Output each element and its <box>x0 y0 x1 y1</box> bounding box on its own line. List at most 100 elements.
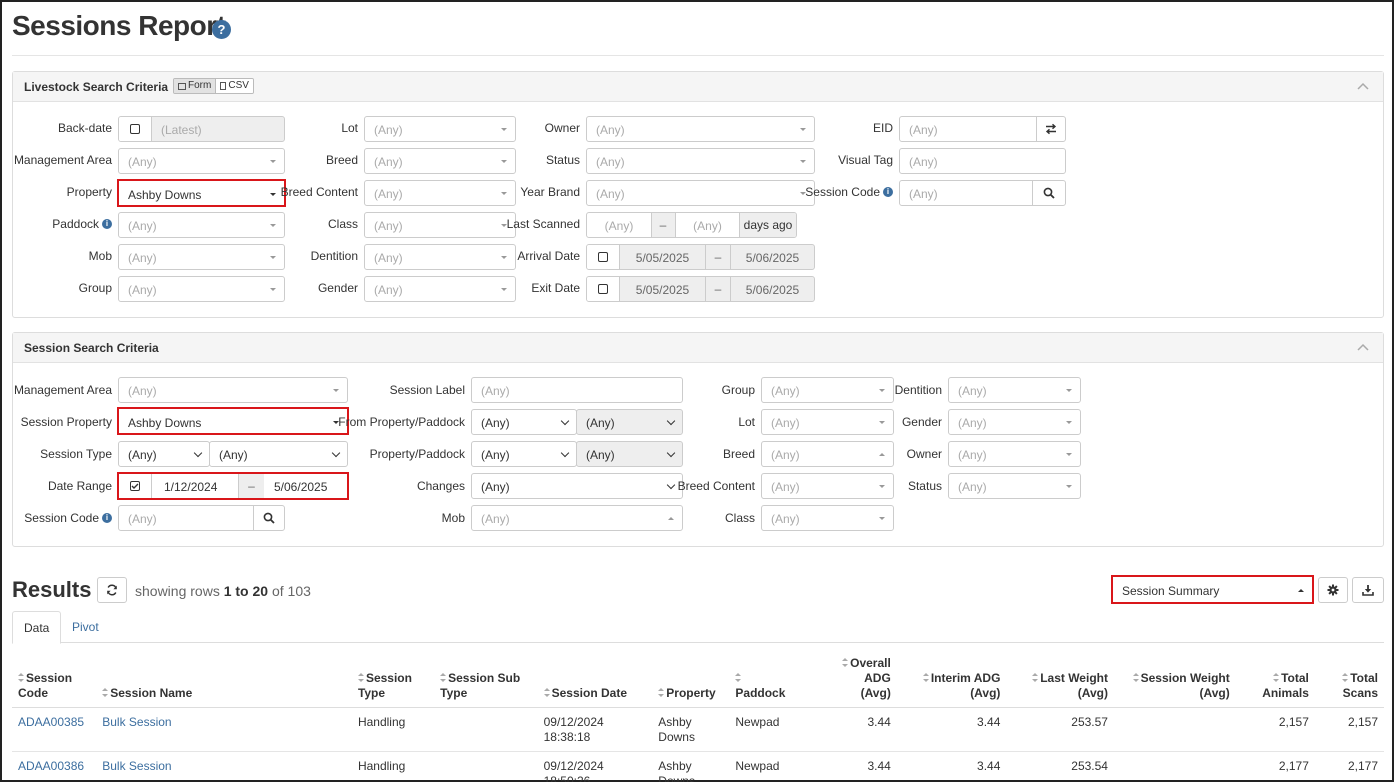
eid-input[interactable]: (Any) <box>899 116 1037 142</box>
s-class-select[interactable]: (Any) <box>761 505 894 531</box>
backdate-checkbox-wrap[interactable] <box>119 117 152 141</box>
download-button[interactable] <box>1352 577 1384 603</box>
s-dentition-select[interactable]: (Any) <box>948 377 1081 403</box>
col-paddock[interactable]: Paddock <box>729 652 812 708</box>
refresh-button[interactable] <box>97 577 127 603</box>
cell-paddock: Newpad <box>729 751 812 782</box>
col-session-code[interactable]: Session Code <box>12 652 97 708</box>
date-range-from[interactable]: 1/12/2024 <box>164 480 217 494</box>
info-icon[interactable]: i <box>102 219 112 229</box>
csv-mode-button[interactable]: CSV <box>215 79 253 93</box>
col-last-weight[interactable]: Last Weight (Avg) <box>1006 652 1114 708</box>
cell-total-scans: 2,177 <box>1314 751 1384 782</box>
year-brand-select[interactable]: (Any) <box>586 180 815 206</box>
exit-date-to-wrap: 5/06/2025 <box>730 277 814 301</box>
s-status-select[interactable]: (Any) <box>948 473 1081 499</box>
settings-button[interactable] <box>1318 577 1348 603</box>
info-icon[interactable]: i <box>102 513 112 523</box>
session-code-link[interactable]: ADAA00386 <box>18 759 84 773</box>
col-session-weight[interactable]: Session Weight (Avg) <box>1113 652 1236 708</box>
info-icon[interactable]: i <box>883 187 893 197</box>
session-type-select[interactable]: (Any) <box>118 441 210 467</box>
sort-icon <box>357 673 364 682</box>
chevron-down-icon <box>1066 421 1072 424</box>
gender-value: (Any) <box>374 283 403 297</box>
owner-select[interactable]: (Any) <box>586 116 815 142</box>
livestock-panel-header[interactable]: Livestock Search Criteria Form CSV <box>13 72 1383 102</box>
cell-overall-adg: 3.44 <box>811 707 897 752</box>
col-overall-adg[interactable]: Overall ADG (Avg) <box>811 652 897 708</box>
session-name-link[interactable]: Bulk Session <box>102 759 171 773</box>
swap-button[interactable] <box>1036 116 1066 142</box>
help-icon[interactable]: ? <box>212 20 231 39</box>
s-gender-select[interactable]: (Any) <box>948 409 1081 435</box>
report-view-select[interactable]: Session Summary <box>1111 575 1314 604</box>
from-prop-label: From Property/Paddock <box>338 415 465 429</box>
breed-label: Breed <box>325 153 358 167</box>
breed-content-label: Breed Content <box>280 185 358 199</box>
col-session-name[interactable]: Session Name <box>96 652 352 708</box>
session-subtype-value: (Any) <box>219 448 248 462</box>
changes-select[interactable]: (Any) <box>471 473 683 499</box>
tab-data[interactable]: Data <box>12 611 62 644</box>
collapse-chevron-icon[interactable] <box>1357 341 1369 353</box>
property-select[interactable]: (Any) <box>471 441 577 467</box>
paddock-label: Paddock i <box>12 217 112 231</box>
cell-total-animals: 2,177 <box>1235 751 1315 782</box>
rows-info: showing rows 1 to 20 of 103 <box>135 583 311 599</box>
s-session-code-label: Session Code i <box>12 511 112 525</box>
session-code-search-button[interactable] <box>1032 180 1066 206</box>
range-separator: – <box>651 213 675 237</box>
s-lot-label: Lot <box>738 415 755 429</box>
col-total-scans-line1: Total <box>1350 671 1378 685</box>
col-total-scans[interactable]: Total Scans <box>1314 652 1384 708</box>
s-breed-content-label: Breed Content <box>677 479 755 493</box>
col-interim-adg[interactable]: Interim ADG (Avg) <box>896 652 1007 708</box>
session-code-link[interactable]: ADAA00385 <box>18 715 84 729</box>
status-value: (Any) <box>596 155 625 169</box>
arrival-date-checkbox-wrap[interactable] <box>587 245 620 269</box>
s-owner-value: (Any) <box>958 448 987 462</box>
col-total-animals[interactable]: Total Animals <box>1235 652 1315 708</box>
date-range-checkbox-wrap[interactable] <box>119 474 152 498</box>
owner-label: Owner <box>544 121 580 135</box>
col-session-subtype[interactable]: Session Sub Type <box>434 652 538 708</box>
s-group-value: (Any) <box>771 384 800 398</box>
visual-tag-input[interactable]: (Any) <box>899 148 1066 174</box>
paddock-value: (Any) <box>586 448 615 462</box>
cell-date-time: 18:38:18 <box>543 730 591 744</box>
col-session-date[interactable]: Session Date <box>537 652 653 708</box>
chevron-down-icon <box>193 448 203 458</box>
visual-tag-value: (Any) <box>909 155 938 169</box>
from-property-select[interactable]: (Any) <box>471 409 577 435</box>
session-name-link[interactable]: Bulk Session <box>102 715 171 729</box>
collapse-chevron-icon[interactable] <box>1357 80 1369 92</box>
last-scanned-to[interactable]: (Any) <box>676 219 739 233</box>
status-select[interactable]: (Any) <box>586 148 815 174</box>
cell-total-animals: 2,157 <box>1235 707 1315 752</box>
sort-icon <box>543 688 550 697</box>
s-class-label: Class <box>724 511 755 525</box>
exit-date-checkbox-wrap[interactable] <box>587 277 620 301</box>
session-panel-header[interactable]: Session Search Criteria <box>13 333 1383 363</box>
tab-pivot[interactable]: Pivot <box>61 611 110 643</box>
session-code-input[interactable]: (Any) <box>899 180 1033 206</box>
last-scanned-from[interactable]: (Any) <box>587 219 651 233</box>
exit-date-checkbox[interactable] <box>598 284 608 294</box>
arrival-date-checkbox[interactable] <box>598 252 608 262</box>
prop-value: (Any) <box>481 448 510 462</box>
sort-icon <box>1342 673 1349 682</box>
col-session-type[interactable]: Session Type <box>351 652 435 708</box>
backdate-checkbox[interactable] <box>130 124 140 134</box>
form-icon <box>178 82 186 90</box>
cell-date-day: 09/12/2024 <box>543 759 604 773</box>
col-property[interactable]: Property <box>652 652 730 708</box>
s-mob-select[interactable]: (Any) <box>471 505 683 531</box>
chevron-down-icon <box>560 416 570 426</box>
s-group-label: Group <box>721 383 755 397</box>
s-session-code-input[interactable]: (Any) <box>118 505 254 531</box>
session-label-input[interactable]: (Any) <box>471 377 683 403</box>
s-session-code-search-button[interactable] <box>253 505 285 531</box>
s-owner-select[interactable]: (Any) <box>948 441 1081 467</box>
form-mode-button[interactable]: Form <box>174 79 216 93</box>
